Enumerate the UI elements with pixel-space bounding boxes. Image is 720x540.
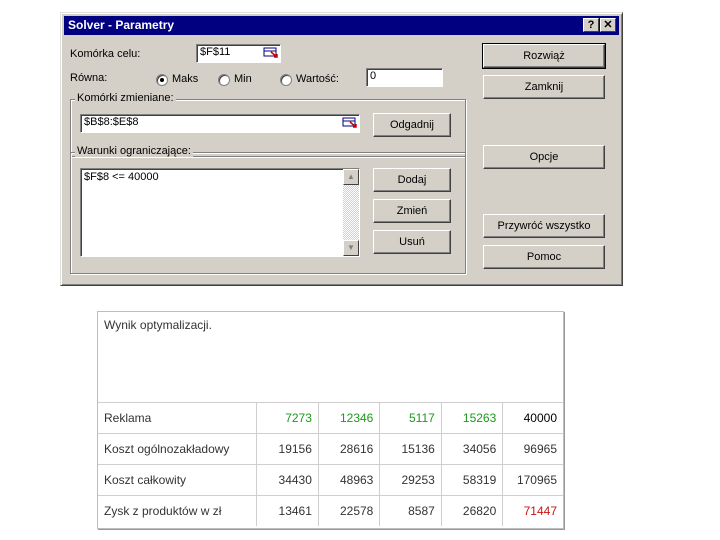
title-bar[interactable]: Solver - Parametry ? ✕: [64, 16, 619, 35]
radio-min[interactable]: [218, 74, 230, 86]
constraints-list[interactable]: $F$8 <= 40000 ▲ ▼: [80, 168, 360, 257]
solver-dialog: Solver - Parametry ? ✕ Komórka celu: $F$…: [60, 12, 623, 286]
table-row: Koszt ogólnozakładowy 19156 28616 15136 …: [98, 433, 563, 465]
target-cell-value: $F$11: [200, 46, 231, 58]
help-button[interactable]: Pomoc: [483, 245, 605, 269]
table-row: Zysk z produktów w zł 13461 22578 8587 2…: [98, 495, 563, 526]
result-title: Wynik optymalizacji.: [104, 318, 212, 332]
table-cell: 48963: [317, 464, 380, 496]
result-table: Reklama 7273 12346 5117 15263 40000 Kosz…: [98, 402, 563, 526]
row-label: Koszt ogólnozakładowy: [98, 433, 257, 465]
solve-button[interactable]: Rozwiąż: [482, 43, 606, 69]
table-cell: 34056: [440, 433, 503, 465]
table-cell: 58319: [440, 464, 503, 496]
table-cell: 71447: [502, 495, 563, 526]
constraints-label: Warunki ograniczające:: [75, 145, 193, 157]
table-cell: 170965: [502, 464, 563, 496]
table-cell: 29253: [379, 464, 442, 496]
changing-cells-input[interactable]: $B$8:$E$8: [80, 114, 360, 133]
table-cell: 96965: [502, 433, 563, 465]
table-cell: 40000: [502, 402, 563, 434]
table-cell: 34430: [256, 464, 319, 496]
guess-button[interactable]: Odgadnij: [373, 113, 451, 137]
value-input-text: 0: [370, 70, 377, 82]
dialog-title: Solver - Parametry: [68, 18, 175, 32]
radio-value-label[interactable]: Wartość:: [296, 73, 339, 85]
table-cell: 15263: [440, 402, 503, 434]
table-cell: 26820: [440, 495, 503, 526]
table-cell: 8587: [379, 495, 442, 526]
target-cell-input[interactable]: $F$11: [196, 44, 281, 63]
equal-to-label: Równa:: [70, 72, 108, 84]
table-cell: 28616: [317, 433, 380, 465]
constraint-item[interactable]: $F$8 <= 40000: [84, 171, 159, 183]
options-button[interactable]: Opcje: [483, 145, 605, 169]
row-label: Koszt całkowity: [98, 464, 257, 496]
table-cell: 7273: [256, 402, 319, 434]
row-label: Zysk z produktów w zł: [98, 495, 257, 526]
close-icon[interactable]: ✕: [600, 18, 616, 32]
radio-min-label[interactable]: Min: [234, 73, 252, 85]
table-cell: 22578: [317, 495, 380, 526]
table-cell: 19156: [256, 433, 319, 465]
radio-max[interactable]: [156, 74, 168, 86]
constraints-scrollbar[interactable]: ▲ ▼: [343, 169, 359, 256]
changing-cells-value: $B$8:$E$8: [84, 116, 139, 128]
reset-all-button[interactable]: Przywróć wszystko: [483, 214, 605, 238]
help-icon[interactable]: ?: [583, 18, 599, 32]
table-cell: 5117: [379, 402, 442, 434]
optimization-result-panel: Wynik optymalizacji. Reklama 7273 12346 …: [97, 311, 564, 529]
table-row: Koszt całkowity 34430 48963 29253 58319 …: [98, 464, 563, 496]
target-cell-label: Komórka celu:: [70, 48, 141, 60]
ref-edit-icon[interactable]: [342, 116, 358, 129]
table-row: Reklama 7273 12346 5117 15263 40000: [98, 402, 563, 434]
close-button[interactable]: Zamknij: [483, 75, 605, 99]
table-cell: 15136: [379, 433, 442, 465]
scroll-down-icon[interactable]: ▼: [343, 240, 359, 256]
table-cell: 13461: [256, 495, 319, 526]
changing-cells-label: Komórki zmieniane:: [75, 92, 176, 104]
row-label: Reklama: [98, 402, 257, 434]
value-input[interactable]: 0: [366, 68, 443, 87]
radio-max-label[interactable]: Maks: [172, 73, 198, 85]
add-button[interactable]: Dodaj: [373, 168, 451, 192]
delete-button[interactable]: Usuń: [373, 230, 451, 254]
scroll-up-icon[interactable]: ▲: [343, 169, 359, 185]
change-button[interactable]: Zmień: [373, 199, 451, 223]
ref-edit-icon[interactable]: [263, 46, 279, 59]
radio-value[interactable]: [280, 74, 292, 86]
table-cell: 12346: [317, 402, 380, 434]
